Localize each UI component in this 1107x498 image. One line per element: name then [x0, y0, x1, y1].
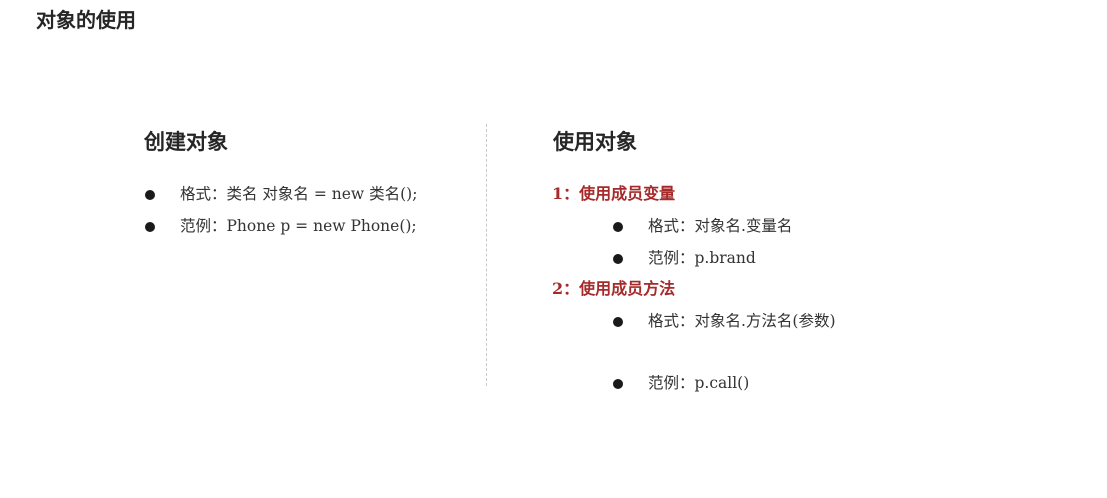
create-example-text: 范例：Phone p = new Phone();	[180, 217, 417, 235]
column-divider	[486, 124, 487, 386]
method-format-text: 格式：对象名.方法名(参数)	[648, 312, 836, 330]
create-format-text: 格式：类名 对象名 = new 类名();	[180, 185, 418, 203]
bullet-icon	[145, 190, 155, 200]
variable-format-text: 格式：对象名.变量名	[648, 217, 793, 235]
bullet-icon	[613, 379, 623, 389]
create-object-heading: 创建对象	[144, 130, 228, 154]
bullet-icon	[613, 254, 623, 264]
member-variable-heading: 1：使用成员变量	[552, 184, 676, 203]
method-example-text: 范例：p.call()	[648, 374, 750, 392]
member-method-heading: 2：使用成员方法	[552, 279, 676, 298]
bullet-icon	[145, 222, 155, 232]
bullet-icon	[613, 222, 623, 232]
bullet-icon	[613, 317, 623, 327]
page-title: 对象的使用	[36, 8, 136, 32]
variable-example-text: 范例：p.brand	[648, 249, 756, 267]
use-object-heading: 使用对象	[553, 130, 637, 154]
